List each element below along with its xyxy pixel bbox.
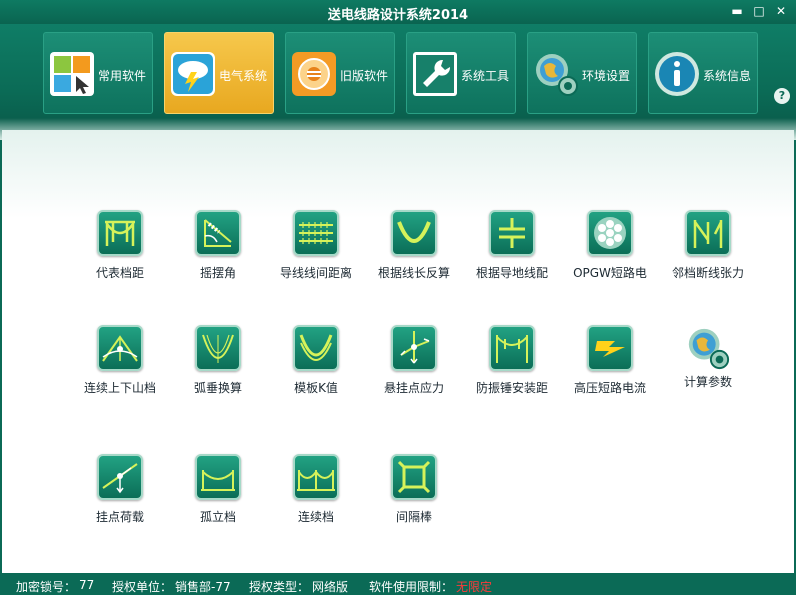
tab-environment-settings[interactable]: 环境设置 xyxy=(527,32,637,114)
main-toolbar: 常用软件 电气系统 旧版软件 系统工具 环境设置 系统信息 ? xyxy=(0,24,796,120)
isolated-span-icon xyxy=(195,454,241,500)
help-icon[interactable]: ? xyxy=(774,88,790,104)
tool-continuous-span[interactable]: 连续档 xyxy=(266,454,366,546)
tool-label: 计算参数 xyxy=(683,375,732,389)
apps-grid-icon xyxy=(50,52,94,96)
opgw-cable-icon xyxy=(587,210,633,256)
tab-label: 系统信息 xyxy=(703,69,752,83)
tool-calc-parameters[interactable]: 计算参数 xyxy=(658,325,758,417)
tool-label: 间隔棒 xyxy=(395,510,432,524)
span-arch-icon xyxy=(97,210,143,256)
damper-distance-icon xyxy=(489,325,535,371)
tool-reverse-length[interactable]: 根据线长反算 xyxy=(364,210,464,302)
tab-label: 系统工具 xyxy=(461,69,510,83)
conductor-match-icon xyxy=(489,210,535,256)
tab-system-tools[interactable]: 系统工具 xyxy=(406,32,516,114)
close-button[interactable]: ✕ xyxy=(772,3,790,19)
lock-label: 加密锁号： xyxy=(16,580,77,594)
wrench-icon xyxy=(413,52,457,96)
spacer-icon xyxy=(391,454,437,500)
tool-hv-short-circuit[interactable]: 高压短路电流 xyxy=(560,325,660,417)
tool-label: 挂点荷载 xyxy=(95,510,144,524)
tab-label: 环境设置 xyxy=(582,69,631,83)
license-type-value: 网络版 xyxy=(312,580,349,594)
tool-label: 孤立档 xyxy=(199,510,236,524)
tab-label: 常用软件 xyxy=(98,69,147,83)
minimize-button[interactable]: ▬ xyxy=(728,3,746,19)
tool-label: 导线线间距离 xyxy=(279,266,352,280)
lightning-current-icon xyxy=(587,325,633,371)
tab-legacy-software[interactable]: 旧版软件 xyxy=(285,32,395,114)
tool-template-k[interactable]: 模板K值 xyxy=(266,325,366,417)
globe-gear-icon xyxy=(536,54,578,96)
usage-limit-value: 无限定 xyxy=(456,580,493,594)
tool-label: 高压短路电流 xyxy=(573,381,646,395)
continuous-span-icon xyxy=(293,454,339,500)
globe-gear-icon xyxy=(688,328,730,370)
tool-label: 弧垂换算 xyxy=(193,381,242,395)
swing-angle-icon xyxy=(195,210,241,256)
maximize-button[interactable]: □ xyxy=(750,3,768,19)
info-icon xyxy=(655,52,699,96)
unit-value: 销售部-77 xyxy=(175,580,231,594)
tab-electrical-system[interactable]: 电气系统 xyxy=(164,32,274,114)
tab-label: 旧版软件 xyxy=(340,69,389,83)
tool-ground-wire-match[interactable]: 根据导地线配 xyxy=(462,210,562,302)
cloud-lightning-icon xyxy=(171,52,215,96)
tool-label: 邻档断线张力 xyxy=(671,266,744,280)
tool-damper-distance[interactable]: 防振锤安装距 xyxy=(462,325,562,417)
tool-label: 防振锤安装距 xyxy=(475,381,548,395)
tool-swing-angle[interactable]: 摇摆角 xyxy=(168,210,268,302)
tool-broken-wire-tension[interactable]: 邻档断线张力 xyxy=(658,210,758,302)
tool-spacer[interactable]: 间隔棒 xyxy=(364,454,464,546)
tool-opgw-short-circuit[interactable]: OPGW短路电 xyxy=(560,210,660,302)
tab-label: 电气系统 xyxy=(219,69,268,83)
legacy-disc-icon xyxy=(292,52,336,96)
suspension-stress-icon xyxy=(391,325,437,371)
unit-label: 授权单位： xyxy=(112,580,173,594)
tool-label: 根据线长反算 xyxy=(377,266,450,280)
tool-point-load[interactable]: 挂点荷载 xyxy=(70,454,170,546)
tool-label: 模板K值 xyxy=(294,381,338,395)
tool-sag-conversion[interactable]: 弧垂换算 xyxy=(168,325,268,417)
tool-mountain-span[interactable]: 连续上下山档 xyxy=(70,325,170,417)
point-load-icon xyxy=(97,454,143,500)
tool-label: 连续上下山档 xyxy=(83,381,156,395)
tool-panel: 代表档距 摇摆角 导线线间距离 根据线长反算 根据导地线配 OPGW短路电 邻档… xyxy=(2,130,794,573)
broken-wire-icon xyxy=(685,210,731,256)
tool-label: 摇摆角 xyxy=(199,266,236,280)
window-controls: ▬ □ ✕ xyxy=(728,3,790,19)
tool-isolated-span[interactable]: 孤立档 xyxy=(168,454,268,546)
template-k-icon xyxy=(293,325,339,371)
tool-label: 代表档距 xyxy=(95,266,144,280)
title-bar: 送电线路设计系统2014 ▬ □ ✕ xyxy=(0,0,796,24)
sag-convert-icon xyxy=(195,325,241,371)
conductor-spacing-icon xyxy=(293,210,339,256)
sag-curve-icon xyxy=(391,210,437,256)
usage-limit-label: 软件使用限制： xyxy=(369,580,454,594)
tool-suspension-stress[interactable]: 悬挂点应力 xyxy=(364,325,464,417)
license-type-label: 授权类型： xyxy=(249,580,310,594)
tab-common-software[interactable]: 常用软件 xyxy=(43,32,153,114)
tab-system-info[interactable]: 系统信息 xyxy=(648,32,758,114)
status-bar: 加密锁号： 77 授权单位： 销售部-77 授权类型： 网络版 软件使用限制： … xyxy=(0,573,796,595)
tool-label: OPGW短路电 xyxy=(573,266,647,280)
tool-label: 根据导地线配 xyxy=(475,266,548,280)
tool-representative-span[interactable]: 代表档距 xyxy=(70,210,170,302)
lock-value: 77 xyxy=(79,578,95,592)
mountain-span-icon xyxy=(97,325,143,371)
tool-conductor-spacing[interactable]: 导线线间距离 xyxy=(266,210,366,302)
tool-label: 悬挂点应力 xyxy=(383,381,444,395)
window-title: 送电线路设计系统2014 xyxy=(327,8,469,23)
tool-label: 连续档 xyxy=(297,510,334,524)
